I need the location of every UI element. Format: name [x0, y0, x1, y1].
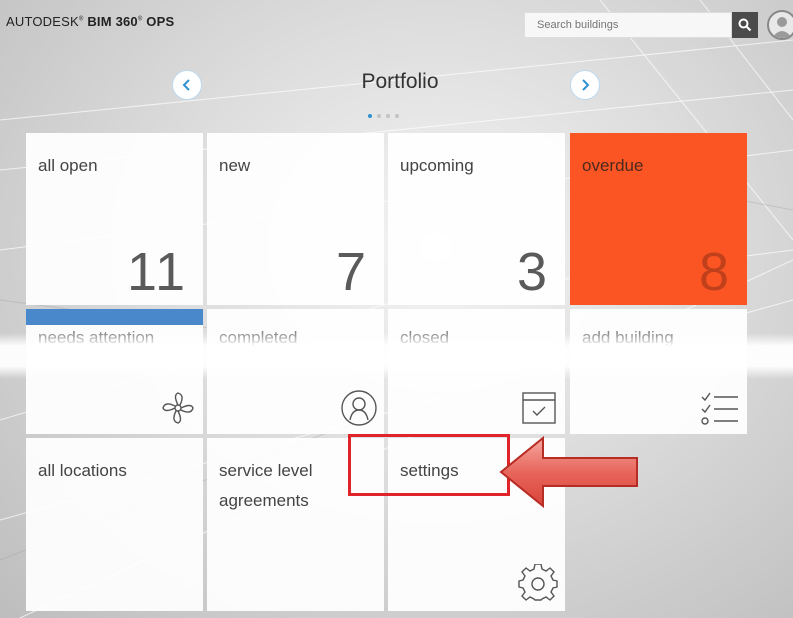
search-input[interactable]: [524, 12, 732, 38]
page-dot[interactable]: [395, 114, 399, 118]
tile-all-open[interactable]: all open 11: [26, 133, 203, 305]
tile-new[interactable]: new 7: [207, 133, 384, 305]
tile-count: 11: [126, 242, 187, 302]
chevron-right-icon: [582, 79, 590, 91]
tile-overdue[interactable]: overdue 8: [570, 133, 747, 305]
checklist-icon: [701, 392, 738, 425]
gear-icon: [518, 564, 558, 601]
app-brand: AUTODESK® BIM 360® OPS: [6, 14, 175, 29]
next-portfolio-button[interactable]: [570, 70, 600, 100]
avatar-icon: [772, 17, 792, 38]
tile-label: overdue: [582, 156, 644, 175]
fan-icon: [162, 392, 194, 424]
brand-prefix: AUTODESK: [6, 14, 79, 29]
search-button[interactable]: [732, 12, 758, 38]
annotation-highlight-box: [348, 434, 510, 496]
tile-label-line: service level: [219, 461, 313, 480]
page-dot[interactable]: [377, 114, 381, 118]
brand-name: BIM 360: [87, 14, 138, 29]
tile-all-locations[interactable]: all locations: [26, 438, 203, 611]
annotation-arrow-icon: [499, 435, 638, 509]
tile-count: 3: [516, 242, 549, 302]
page-dot[interactable]: [368, 114, 372, 118]
page-title: Portfolio: [361, 70, 439, 93]
tile-upcoming[interactable]: upcoming 3: [388, 133, 565, 305]
search-icon: [738, 18, 752, 32]
tile-count: 7: [335, 242, 368, 302]
tile-label: new: [219, 156, 251, 175]
tile-label: all open: [38, 156, 98, 175]
chevron-left-icon: [182, 79, 190, 91]
page-dot[interactable]: [386, 114, 390, 118]
page-indicator: [368, 114, 399, 118]
tile-label: service level agreements: [219, 456, 313, 516]
brand-suffix: OPS: [146, 14, 175, 29]
user-avatar[interactable]: [767, 10, 793, 40]
screen-glare: [0, 333, 793, 379]
tile-label-line: agreements: [219, 491, 309, 510]
tile-count: 8: [698, 242, 731, 302]
search-bar: [524, 12, 758, 38]
user-circle-icon: [341, 390, 377, 426]
prev-portfolio-button[interactable]: [172, 70, 202, 100]
tile-label: upcoming: [400, 156, 474, 175]
calendar-check-icon: [522, 392, 556, 424]
tile-label: all locations: [38, 461, 127, 480]
